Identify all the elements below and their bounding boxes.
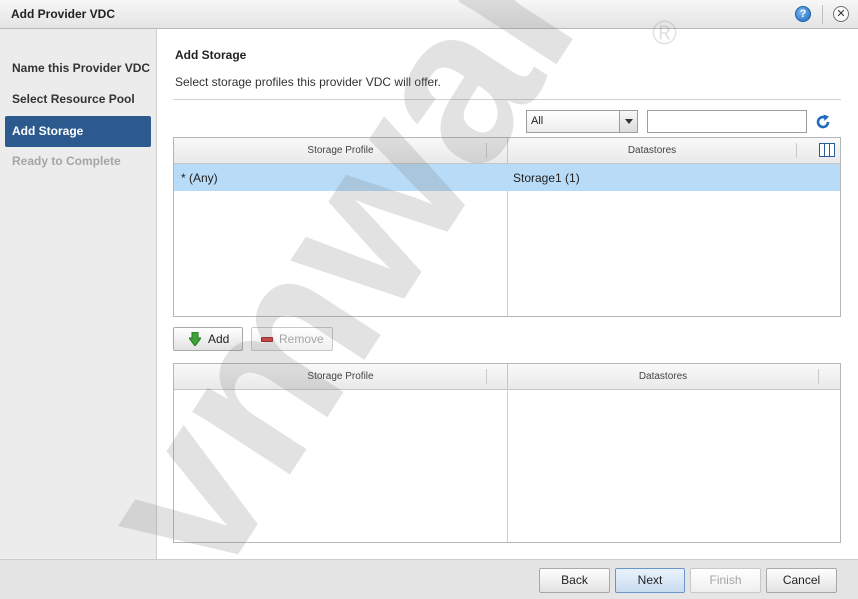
cancel-button[interactable]: Cancel xyxy=(766,568,837,593)
column-resize-handle[interactable] xyxy=(486,369,487,384)
grid-header: Storage Profile Datastores xyxy=(174,364,840,390)
finish-button: Finish xyxy=(690,568,761,593)
remove-button[interactable]: Remove xyxy=(251,327,333,351)
column-resize-handle[interactable] xyxy=(818,369,819,384)
refresh-icon[interactable] xyxy=(814,113,832,131)
columns-icon[interactable] xyxy=(819,143,835,157)
grid-header: Storage Profile Datastores xyxy=(174,138,840,164)
cell-datastores: Storage1 (1) xyxy=(513,171,580,185)
close-icon[interactable]: ✕ xyxy=(833,6,849,22)
add-button-label: Add xyxy=(208,332,230,346)
filter-dropdown[interactable]: All xyxy=(526,110,638,133)
add-button[interactable]: Add xyxy=(173,327,243,351)
sidebar-item-name-provider-vdc[interactable]: Name this Provider VDC xyxy=(5,53,151,84)
column-divider xyxy=(507,390,508,542)
wizard-footer: Back Next Finish Cancel xyxy=(0,559,858,599)
remove-button-label: Remove xyxy=(279,332,324,346)
arrow-down-icon xyxy=(189,332,201,346)
wizard-content: Add Storage Select storage profiles this… xyxy=(158,29,858,559)
chevron-down-icon[interactable] xyxy=(619,111,637,132)
selected-storage-grid: Storage Profile Datastores xyxy=(173,363,841,543)
dialog-titlebar: Add Provider VDC ? ✕ xyxy=(0,0,858,29)
available-storage-grid: Storage Profile Datastores * (Any) Stora… xyxy=(173,137,841,317)
help-icon[interactable]: ? xyxy=(795,6,811,22)
column-resize-handle[interactable] xyxy=(796,143,797,158)
next-button[interactable]: Next xyxy=(615,568,685,593)
wizard-sidebar: Name this Provider VDC Select Resource P… xyxy=(0,29,157,559)
column-header-datastores[interactable]: Datastores xyxy=(508,364,818,389)
table-row[interactable]: * (Any) Storage1 (1) xyxy=(174,164,840,191)
cell-storage-profile: * (Any) xyxy=(181,171,218,185)
sidebar-item-select-resource-pool[interactable]: Select Resource Pool xyxy=(5,84,151,115)
column-resize-handle[interactable] xyxy=(486,143,487,158)
search-input[interactable] xyxy=(647,110,807,133)
page-title: Add Storage xyxy=(175,48,247,62)
titlebar-divider xyxy=(822,5,823,24)
divider xyxy=(173,99,841,100)
dialog-title: Add Provider VDC xyxy=(11,7,116,21)
back-button[interactable]: Back xyxy=(539,568,610,593)
column-header-datastores[interactable]: Datastores xyxy=(508,138,796,163)
filter-dropdown-value: All xyxy=(531,115,544,127)
page-description: Select storage profiles this provider VD… xyxy=(175,75,441,89)
sidebar-item-add-storage[interactable]: Add Storage xyxy=(5,116,151,147)
column-header-storage-profile[interactable]: Storage Profile xyxy=(174,364,507,389)
minus-icon xyxy=(261,337,273,342)
sidebar-item-ready-to-complete: Ready to Complete xyxy=(12,154,121,168)
column-header-storage-profile[interactable]: Storage Profile xyxy=(174,138,507,163)
